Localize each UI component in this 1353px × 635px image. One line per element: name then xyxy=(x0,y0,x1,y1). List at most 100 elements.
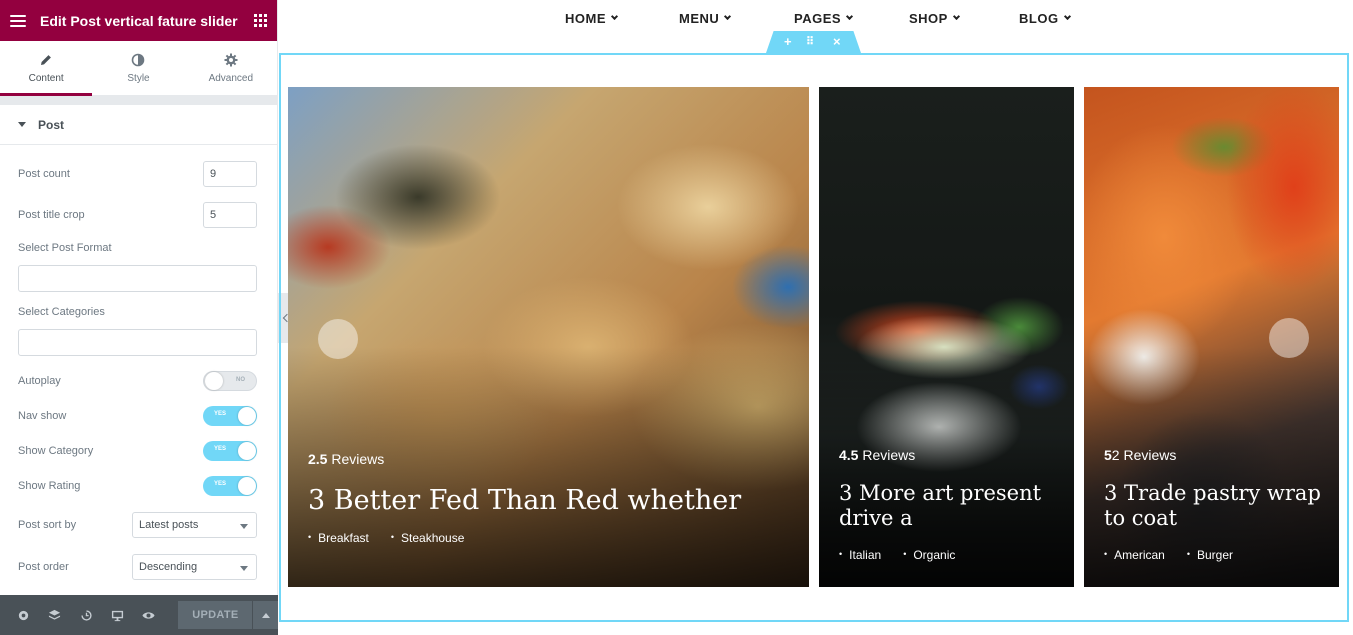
tab-style-label: Style xyxy=(127,72,150,84)
post-format-label: Select Post Format xyxy=(18,242,112,254)
post-rating: 4.5 Reviews xyxy=(839,447,915,463)
post-title-crop-input[interactable]: 5 xyxy=(203,202,257,228)
control-post-order: Post order Descending xyxy=(18,554,257,580)
post-count-label: Post count xyxy=(18,168,70,180)
post-sort-by-label: Post sort by xyxy=(18,519,77,531)
control-post-sort-by: Post sort by Latest posts xyxy=(18,512,257,538)
category-link[interactable]: Steakhouse xyxy=(391,531,464,545)
rating-value: 5 xyxy=(1104,447,1112,463)
control-categories-label: Select Categories xyxy=(18,306,257,318)
tab-content[interactable]: Content xyxy=(0,41,93,96)
category-link[interactable]: Burger xyxy=(1187,548,1233,562)
move-section-handle[interactable]: ⠿ xyxy=(806,35,814,48)
save-options-button[interactable] xyxy=(253,601,278,629)
navigator-button[interactable] xyxy=(39,595,70,635)
preview-button[interactable] xyxy=(133,595,164,635)
panel-footer: UPDATE xyxy=(0,595,278,635)
reviews-label: 2 Reviews xyxy=(1111,447,1177,463)
nav-item-menu[interactable]: MENU xyxy=(679,0,732,36)
tab-content-label: Content xyxy=(28,72,64,84)
half-circle-icon xyxy=(132,53,145,66)
history-button[interactable] xyxy=(71,595,102,635)
post-sort-by-select[interactable]: Latest posts xyxy=(132,512,257,538)
layers-icon xyxy=(49,609,61,620)
post-categories: Italian Organic xyxy=(839,548,955,562)
toggle-state: YES xyxy=(214,411,227,417)
add-section-button[interactable]: + xyxy=(784,34,792,49)
nav-label: HOME xyxy=(565,10,606,26)
toggle-state: YES xyxy=(214,481,227,487)
slider-next-button[interactable] xyxy=(1269,318,1309,358)
category-link[interactable]: Breakfast xyxy=(308,531,369,545)
nav-label: MENU xyxy=(679,10,720,26)
nav-label: BLOG xyxy=(1019,10,1059,26)
tab-style[interactable]: Style xyxy=(92,41,185,95)
toggle-state: YES xyxy=(214,446,227,452)
toggle-state: NO xyxy=(236,377,245,383)
category-link[interactable]: American xyxy=(1104,548,1165,562)
chevron-down-icon xyxy=(1063,12,1071,21)
control-post-title-crop: Post title crop 5 xyxy=(18,202,257,228)
show-rating-toggle[interactable]: YES xyxy=(203,476,257,496)
hamburger-menu-icon[interactable] xyxy=(10,14,26,27)
tab-advanced[interactable]: Advanced xyxy=(184,41,277,95)
post-title[interactable]: 3 More art present drive a xyxy=(839,481,1056,531)
nav-label: SHOP xyxy=(909,10,948,26)
reviews-label: Reviews xyxy=(862,447,916,463)
post-card[interactable]: 52 Reviews 3 Trade pastry wrap to coat A… xyxy=(1084,87,1339,587)
post-rating: 2.5 Reviews xyxy=(308,451,384,467)
control-post-count: Post count 9 xyxy=(18,161,257,187)
control-categories xyxy=(18,329,257,356)
post-title[interactable]: 3 Better Fed Than Red whether xyxy=(308,485,791,517)
tab-advanced-label: Advanced xyxy=(208,72,254,84)
post-card[interactable]: 2.5 Reviews 3 Better Fed Than Red whethe… xyxy=(288,87,809,587)
rating-value: 2.5 xyxy=(308,451,328,467)
responsive-mode-button[interactable] xyxy=(102,595,133,635)
nav-item-shop[interactable]: SHOP xyxy=(909,0,960,36)
delete-section-button[interactable]: × xyxy=(833,34,841,49)
control-show-rating: Show Rating YES xyxy=(18,476,257,496)
gear-icon xyxy=(224,53,238,66)
history-icon xyxy=(81,609,92,621)
section-title: Post xyxy=(38,117,65,132)
post-categories: American Burger xyxy=(1104,548,1233,562)
autoplay-label: Autoplay xyxy=(18,375,61,387)
nav-show-toggle[interactable]: YES xyxy=(203,406,257,426)
chevron-down-icon xyxy=(952,12,960,21)
control-post-format xyxy=(18,265,257,292)
post-title-crop-label: Post title crop xyxy=(18,209,85,221)
desktop-icon xyxy=(111,610,124,621)
gradient-overlay xyxy=(288,347,809,587)
update-button[interactable]: UPDATE xyxy=(178,601,253,629)
panel-tabs: Content Style Advanced xyxy=(0,41,277,96)
panel-title: Edit Post vertical fature slider xyxy=(40,12,238,29)
control-post-format-label: Select Post Format xyxy=(18,242,257,254)
gear-icon xyxy=(18,610,29,620)
post-count-input[interactable]: 9 xyxy=(203,161,257,187)
categories-select[interactable] xyxy=(18,329,257,356)
control-nav-show: Nav show YES xyxy=(18,406,257,426)
section-handle: + ⠿ × xyxy=(766,31,861,53)
nav-item-blog[interactable]: BLOG xyxy=(1019,0,1071,36)
editor-panel: Edit Post vertical fature slider Content… xyxy=(0,0,278,635)
post-order-select[interactable]: Descending xyxy=(132,554,257,580)
post-title[interactable]: 3 Trade pastry wrap to coat xyxy=(1104,481,1321,531)
show-category-toggle[interactable]: YES xyxy=(203,441,257,461)
post-format-select[interactable] xyxy=(18,265,257,292)
panel-header: Edit Post vertical fature slider xyxy=(0,0,277,41)
widgets-grid-icon[interactable] xyxy=(254,14,267,27)
autoplay-toggle[interactable]: NO xyxy=(203,371,257,391)
rating-value: 4.5 xyxy=(839,447,859,463)
category-link[interactable]: Organic xyxy=(903,548,955,562)
show-rating-label: Show Rating xyxy=(18,480,81,492)
section-toggle-post[interactable]: Post xyxy=(0,105,277,145)
show-category-label: Show Category xyxy=(18,445,94,457)
pencil-icon xyxy=(41,54,52,65)
nav-label: PAGES xyxy=(794,10,842,26)
post-card[interactable]: 4.5 Reviews 3 More art present drive a I… xyxy=(819,87,1074,587)
settings-button[interactable] xyxy=(8,595,39,635)
slider-prev-button[interactable] xyxy=(318,319,358,359)
category-link[interactable]: Italian xyxy=(839,548,881,562)
nav-item-home[interactable]: HOME xyxy=(565,0,619,36)
chevron-down-icon xyxy=(610,12,619,21)
